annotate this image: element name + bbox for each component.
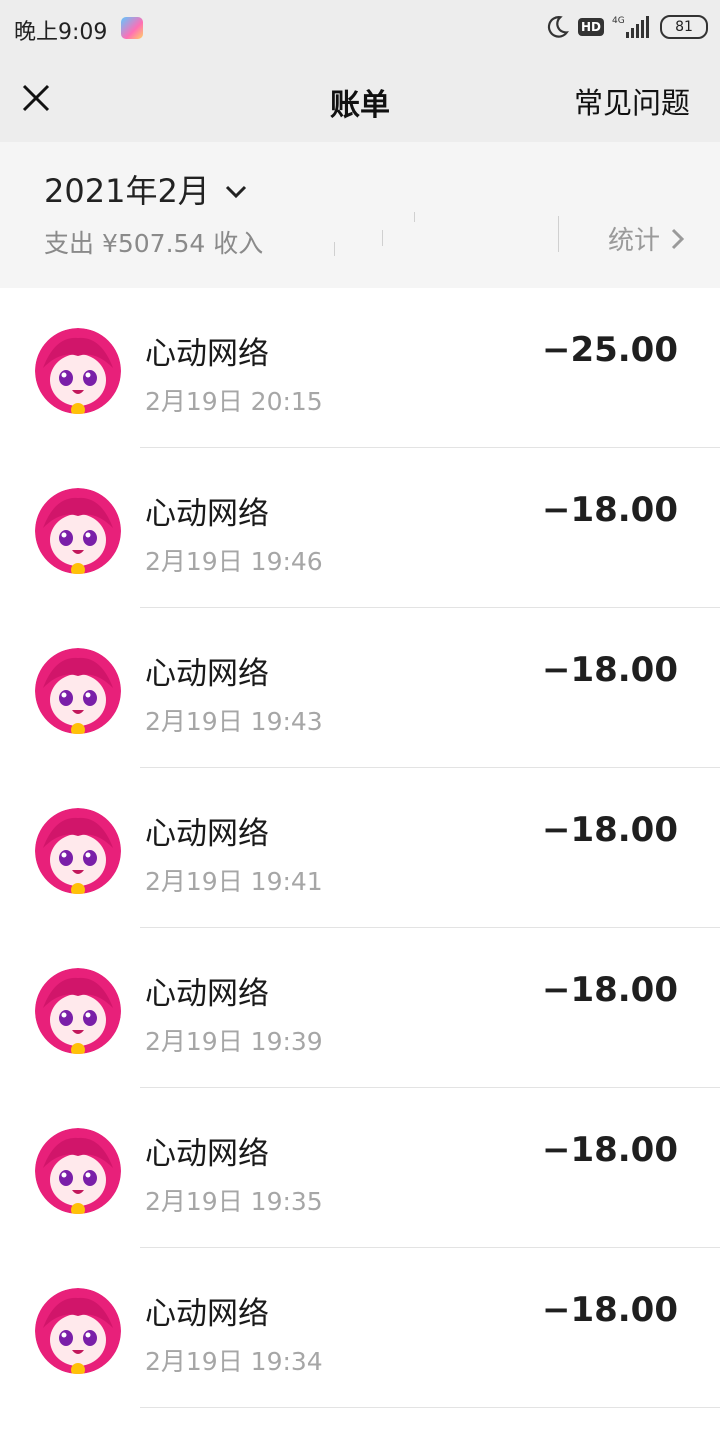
transaction-amount: −18.00: [541, 970, 678, 1010]
hd-badge: HD: [577, 18, 604, 36]
transaction-row[interactable]: 心动网络 2月19日 20:15 −25.00: [0, 288, 720, 448]
transaction-row[interactable]: 心动网络 2月19日 19:35 −18.00: [0, 1088, 720, 1248]
transaction-time: 2月19日 19:43: [145, 707, 323, 736]
merchant-avatar-icon: [35, 808, 121, 894]
merchant-name: 心动网络: [145, 336, 269, 372]
merchant-name: 心动网络: [145, 496, 269, 532]
month-label: 2021年2月: [44, 172, 210, 210]
stats-button[interactable]: 统计: [608, 220, 688, 257]
month-summary: 2021年2月 支出 ¥507.54 收入 统计: [0, 142, 720, 288]
transaction-row[interactable]: 心动网络 2月19日 19:46 −18.00: [0, 448, 720, 608]
divider-tick: [414, 212, 415, 222]
transaction-list: 心动网络 2月19日 20:15 −25.00 心动网络 2月19日 19:46…: [0, 288, 720, 1408]
moon-icon: [547, 16, 569, 38]
chevron-down-icon: [225, 185, 246, 199]
merchant-name: 心动网络: [145, 656, 269, 692]
chevron-right-icon: [671, 228, 685, 249]
totals-text: 支出 ¥507.54 收入: [44, 229, 264, 258]
transaction-row[interactable]: 心动网络 2月19日 19:39 −18.00: [0, 928, 720, 1088]
merchant-avatar-icon: [35, 648, 121, 734]
battery-level: 81: [660, 15, 708, 39]
transaction-amount: −18.00: [541, 1130, 678, 1170]
transaction-amount: −18.00: [541, 1290, 678, 1330]
transaction-amount: −18.00: [541, 650, 678, 690]
merchant-avatar-icon: [35, 488, 121, 574]
merchant-name: 心动网络: [145, 1136, 269, 1172]
divider-tick: [382, 230, 383, 246]
transaction-amount: −25.00: [541, 330, 678, 370]
divider-tick: [334, 242, 335, 256]
faq-button[interactable]: 常见问题: [574, 80, 690, 122]
transaction-time: 2月19日 19:46: [145, 547, 323, 576]
merchant-name: 心动网络: [145, 976, 269, 1012]
merchant-name: 心动网络: [145, 1296, 269, 1332]
merchant-avatar-icon: [35, 328, 121, 414]
transaction-row[interactable]: 心动网络 2月19日 19:43 −18.00: [0, 608, 720, 768]
transaction-amount: −18.00: [541, 810, 678, 850]
divider-tick: [558, 216, 559, 252]
transaction-time: 2月19日 19:35: [145, 1187, 323, 1216]
transaction-row[interactable]: 心动网络 2月19日 19:41 −18.00: [0, 768, 720, 928]
transaction-row[interactable]: 心动网络 2月19日 19:34 −18.00: [0, 1248, 720, 1408]
transaction-time: 2月19日 19:41: [145, 867, 323, 896]
transaction-amount: −18.00: [541, 490, 678, 530]
app-notification-icon: [121, 17, 143, 39]
signal-icon: 4G: [612, 16, 649, 38]
transaction-time: 2月19日 20:15: [145, 387, 323, 416]
merchant-name: 心动网络: [145, 816, 269, 852]
transaction-time: 2月19日 19:34: [145, 1347, 323, 1376]
header: 账单 常见问题: [0, 56, 720, 142]
status-time: 晚上9:09: [14, 20, 108, 45]
status-indicators: HD 4G 81: [544, 14, 708, 40]
row-divider: [140, 1407, 720, 1408]
status-bar: 晚上9:09 HD 4G 81: [0, 0, 720, 56]
transaction-time: 2月19日 19:39: [145, 1027, 323, 1056]
stats-label: 统计: [607, 226, 660, 256]
merchant-avatar-icon: [35, 968, 121, 1054]
merchant-avatar-icon: [35, 1288, 121, 1374]
month-selector[interactable]: 2021年2月: [44, 166, 250, 212]
merchant-avatar-icon: [35, 1128, 121, 1214]
network-type: 4G: [612, 16, 625, 26]
